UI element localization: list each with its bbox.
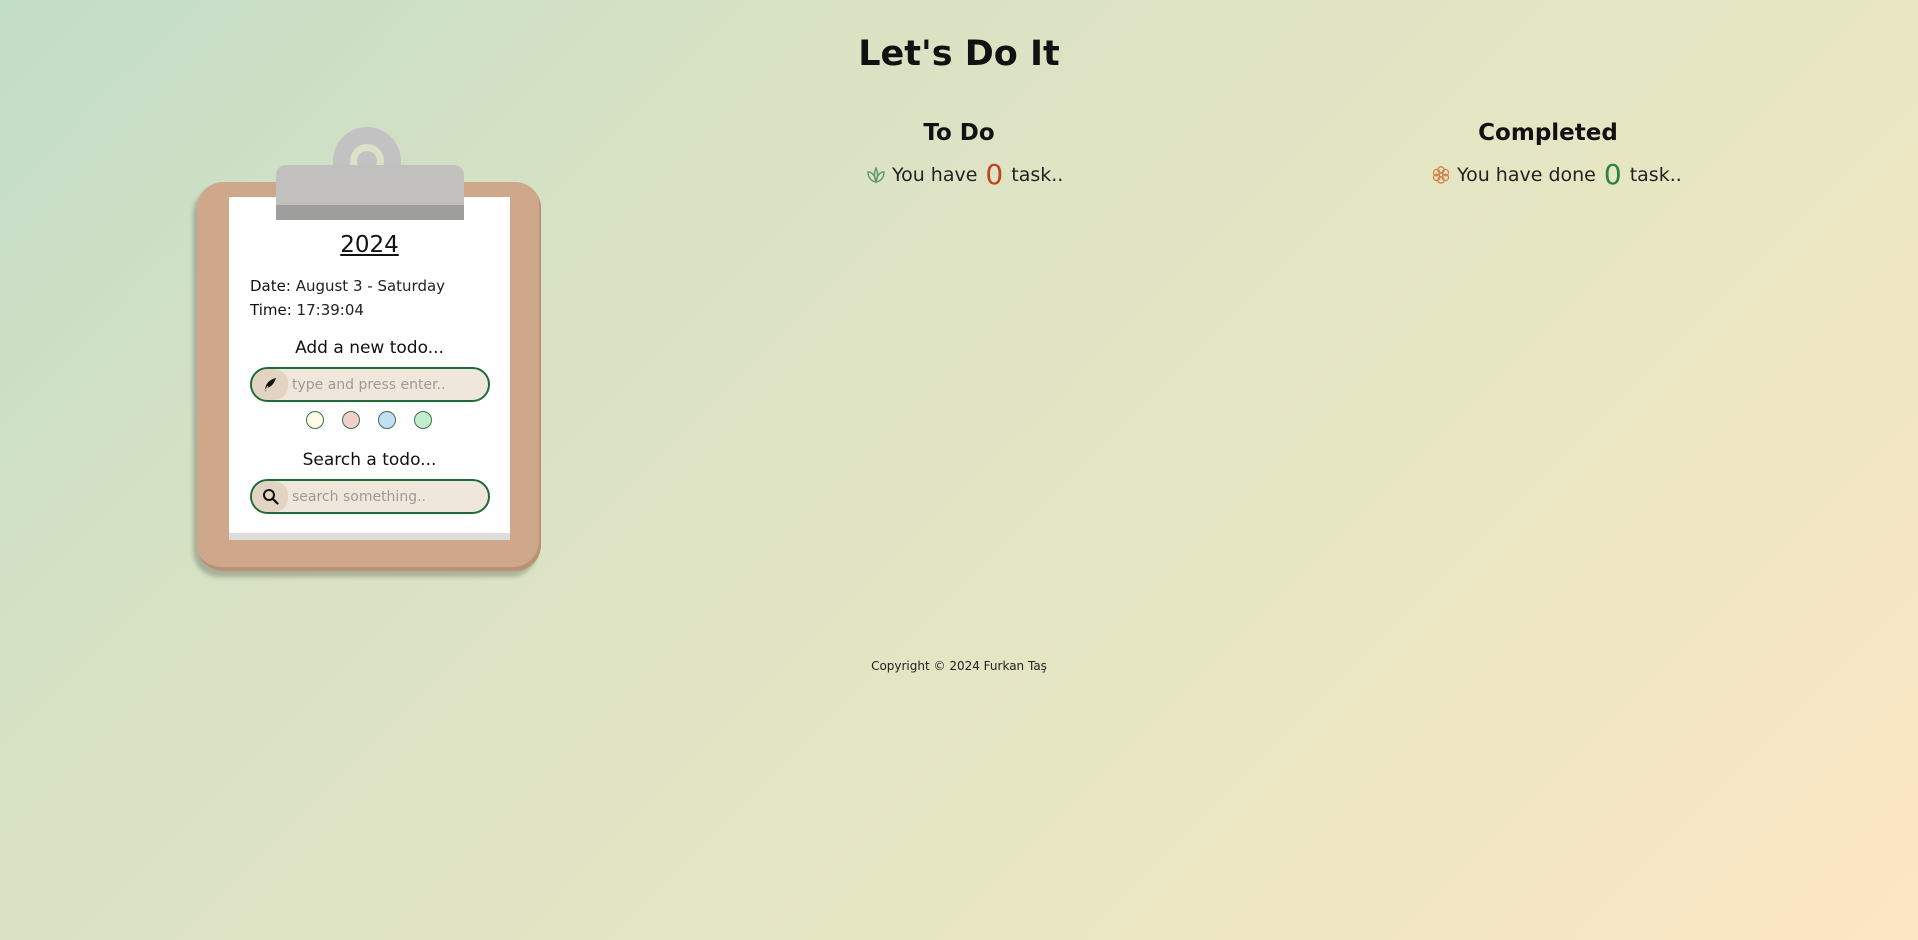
todo-heading: To Do [923, 120, 995, 146]
todo-count-prefix: You have [892, 163, 978, 186]
paper-edge [229, 533, 510, 540]
add-todo-input[interactable] [292, 369, 484, 400]
date-display: Date: August 3 - Saturday [250, 277, 445, 295]
year-display: 2024 [340, 232, 399, 258]
time-label: Time: [250, 301, 292, 319]
color-option-1[interactable] [306, 411, 324, 429]
clipboard-clip [276, 165, 464, 205]
search-todo-field[interactable] [250, 479, 490, 514]
date-value: August 3 - Saturday [295, 277, 446, 295]
todo-count: 0 [985, 158, 1004, 191]
time-display: Time: 17:39:04 [250, 301, 364, 319]
todo-count-line: You have 0 task.. [866, 158, 1063, 191]
completed-heading: Completed [1478, 120, 1618, 146]
completed-count: 0 [1603, 158, 1622, 191]
add-todo-label: Add a new todo... [295, 338, 444, 358]
search-todo-label: Search a todo... [302, 450, 437, 470]
time-value: 17:39:04 [296, 301, 364, 319]
date-label: Date: [250, 277, 291, 295]
color-option-3[interactable] [378, 411, 396, 429]
footer-copyright: Copyright © 2024 Furkan Taş [871, 659, 1047, 673]
color-option-4[interactable] [414, 411, 432, 429]
flower-icon [1432, 165, 1450, 184]
clipboard-clip-edge [276, 205, 464, 220]
page-title: Let's Do It [858, 34, 1060, 74]
completed-count-line: You have done 0 task.. [1431, 158, 1682, 191]
add-todo-field[interactable] [250, 367, 490, 402]
feather-icon [252, 369, 288, 400]
todo-count-suffix: task.. [1011, 163, 1064, 186]
completed-count-prefix: You have done [1457, 163, 1596, 186]
completed-count-suffix: task.. [1629, 163, 1682, 186]
color-option-2[interactable] [342, 411, 360, 429]
leaf-icon [867, 165, 885, 184]
search-icon [252, 481, 288, 512]
search-todo-input[interactable] [292, 481, 484, 512]
